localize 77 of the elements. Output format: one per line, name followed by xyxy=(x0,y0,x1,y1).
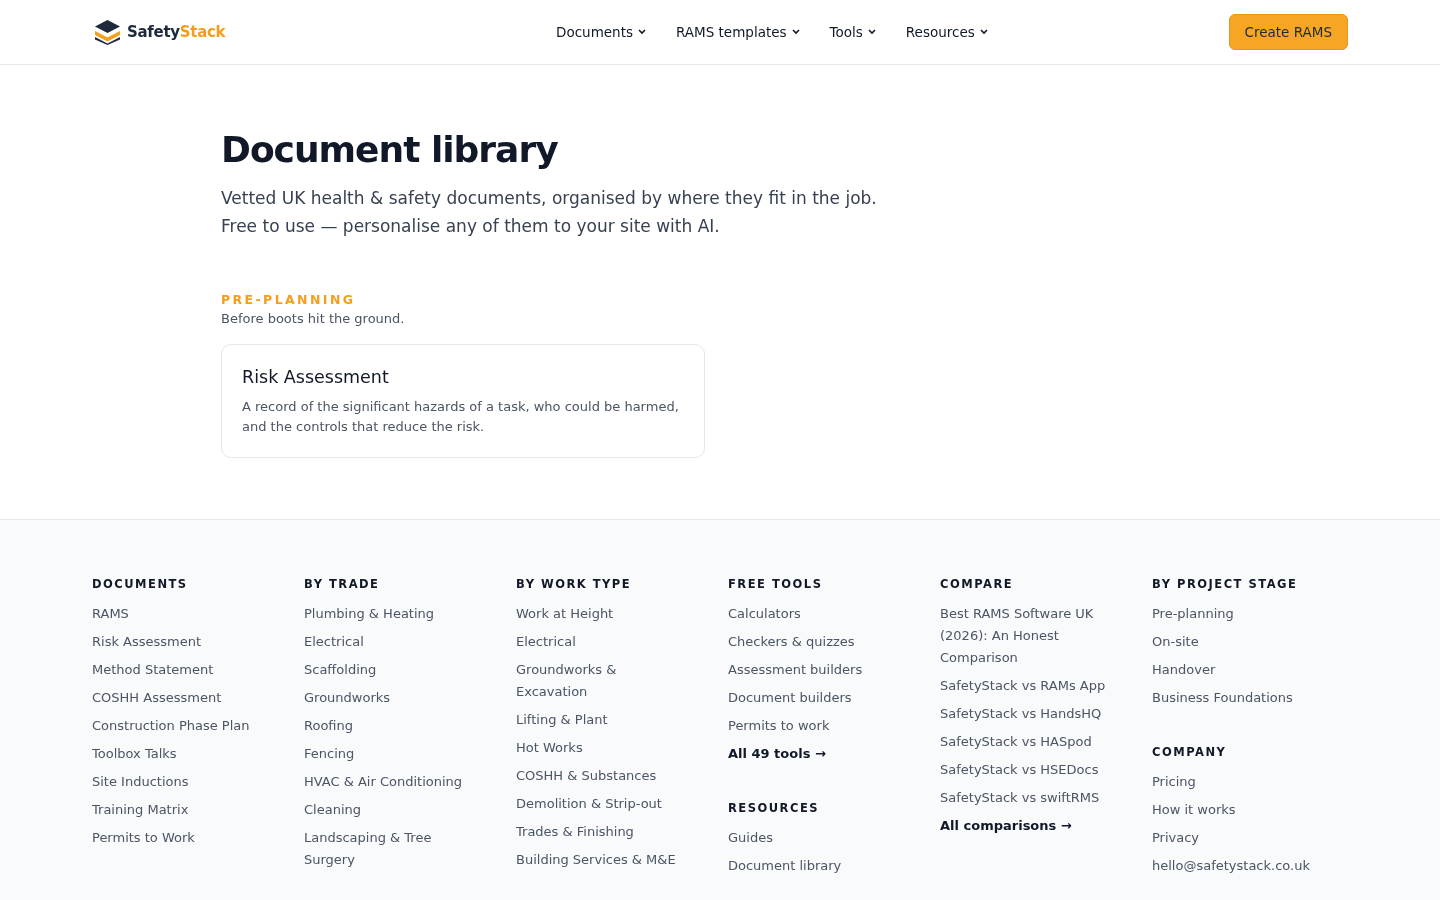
footer-heading: COMPARE xyxy=(940,577,1015,591)
footer-link[interactable]: COSHH Assessment xyxy=(92,687,262,709)
chevron-down-icon xyxy=(979,29,988,35)
document-card[interactable]: Risk Assessment A record of the significant hazards of a task, who could be harmed, and the controls that reduce the risk. xyxy=(221,344,705,458)
footer-link[interactable]: Business Foundations xyxy=(1152,687,1322,709)
footer-link[interactable]: Hot Works xyxy=(516,737,686,759)
footer-link[interactable]: Construction Phase Plan xyxy=(92,715,262,737)
footer-link[interactable]: Building Services & M&E xyxy=(516,849,686,871)
footer-link[interactable]: RAMS xyxy=(92,603,262,625)
logo-text: SafetyStack xyxy=(127,23,226,41)
footer-link[interactable]: Electrical xyxy=(304,631,474,653)
footer-link[interactable]: SafetyStack vs HASpod xyxy=(940,731,1110,753)
footer-link[interactable]: Document builders xyxy=(728,687,898,709)
footer-link[interactable]: Document library xyxy=(728,855,898,877)
footer-link[interactable]: HVAC & Air Conditioning xyxy=(304,771,474,793)
footer-link[interactable]: Permits to work xyxy=(728,715,898,737)
footer-link[interactable]: Best RAMS Software UK (2026): An Honest Comparison xyxy=(940,603,1110,669)
footer-link[interactable]: On-site xyxy=(1152,631,1322,653)
footer-link[interactable]: Work at Height xyxy=(516,603,686,625)
footer-link[interactable]: Privacy xyxy=(1152,827,1322,849)
logo[interactable]: SafetyStack xyxy=(94,19,226,45)
footer-link[interactable]: Calculators xyxy=(728,603,898,625)
nav-menu-item[interactable]: Resources xyxy=(905,20,988,44)
footer-heading: BY PROJECT STAGE xyxy=(1152,577,1299,591)
footer-link[interactable]: Assessment builders xyxy=(728,659,898,681)
footer-heading: COMPANY xyxy=(1152,745,1228,759)
create-rams-button[interactable]: Create RAMS xyxy=(1228,14,1348,50)
footer-link[interactable]: SafetyStack vs HSEDocs xyxy=(940,759,1110,781)
chevron-down-icon xyxy=(867,29,876,35)
footer-link[interactable]: Lifting & Plant xyxy=(516,709,686,731)
section-subtitle: Before boots hit the ground. xyxy=(221,311,406,326)
footer-link[interactable]: Plumbing & Heating xyxy=(304,603,474,625)
nav-menu-item[interactable]: Documents xyxy=(556,20,646,44)
footer-link[interactable]: Pricing xyxy=(1152,771,1322,793)
footer-link[interactable]: Demolition & Strip-out xyxy=(516,793,686,815)
footer-link[interactable]: Roofing xyxy=(304,715,474,737)
nav-menu-item[interactable]: RAMS templates xyxy=(676,20,800,44)
page-title: Document library xyxy=(221,129,559,170)
footer-heading: FREE TOOLS xyxy=(728,577,824,591)
footer-link[interactable]: Toolbox Talks xyxy=(92,743,262,765)
footer-link[interactable]: hello@safetystack.co.uk xyxy=(1152,855,1322,877)
see-all-link[interactable]: All comparisons → xyxy=(940,815,1110,837)
footer-link[interactable]: Fencing xyxy=(304,743,474,765)
footer-link[interactable]: Training Matrix xyxy=(92,799,262,821)
footer-link[interactable]: Risk Assessment xyxy=(92,631,262,653)
nav-menu-item[interactable]: Tools xyxy=(829,20,876,44)
footer-link[interactable]: Handover xyxy=(1152,659,1322,681)
footer-link[interactable]: SafetyStack vs swiftRMS xyxy=(940,787,1110,809)
footer-link[interactable]: Landscaping & Tree Surgery xyxy=(304,827,474,871)
footer-heading: DOCUMENTS xyxy=(92,577,189,591)
footer-heading: RESOURCES xyxy=(728,801,821,815)
footer-link[interactable]: How it works xyxy=(1152,799,1322,821)
footer-link[interactable]: Site Inductions xyxy=(92,771,262,793)
footer-link[interactable]: Method Statement xyxy=(92,659,262,681)
section-label: PRE-PLANNING xyxy=(221,292,357,307)
chevron-down-icon xyxy=(791,29,800,35)
see-all-link[interactable]: All 49 tools → xyxy=(728,743,898,765)
footer-link[interactable]: Cleaning xyxy=(304,799,474,821)
footer-link[interactable]: Guides xyxy=(728,827,898,849)
stack-logo-icon xyxy=(94,19,121,45)
footer-link[interactable]: COSHH & Substances xyxy=(516,765,686,787)
card-description: A record of the significant hazards of a task, who could be harmed, and the controls that reduce the risk. xyxy=(242,398,680,436)
footer-heading: BY WORK TYPE xyxy=(516,577,633,591)
footer-link[interactable]: Checkers & quizzes xyxy=(728,631,898,653)
intro-text: Vetted UK health & safety documents, organised by where they fit in the job. Free to use — personalise any of them to your site with AI. xyxy=(221,187,878,238)
footer-link[interactable]: Scaffolding xyxy=(304,659,474,681)
footer-link[interactable]: Trades & Finishing xyxy=(516,821,686,843)
footer-link[interactable]: Groundworks xyxy=(304,687,474,709)
card-title: Risk Assessment xyxy=(242,367,390,387)
footer-link[interactable]: Permits to Work xyxy=(92,827,262,849)
chevron-down-icon xyxy=(638,29,646,35)
footer-link[interactable]: SafetyStack vs HandsHQ xyxy=(940,703,1110,725)
footer-link[interactable]: Groundworks & Excavation xyxy=(516,659,686,703)
footer-heading: BY TRADE xyxy=(304,577,381,591)
footer-link[interactable]: Pre-planning xyxy=(1152,603,1322,625)
footer-link[interactable]: Electrical xyxy=(516,631,686,653)
footer-link[interactable]: SafetyStack vs RAMs App xyxy=(940,675,1110,697)
